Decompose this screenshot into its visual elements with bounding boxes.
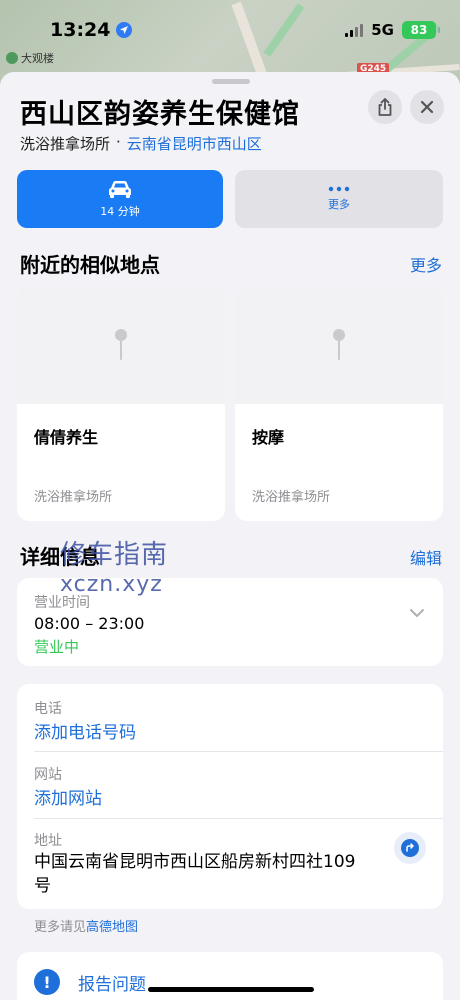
nearby-category: 洗浴推拿场所 <box>34 490 113 505</box>
nearby-card[interactable]: 倩倩养生 洗浴推拿场所 <box>17 286 225 521</box>
network-type: 5G <box>371 21 394 39</box>
nearby-more-link[interactable]: 更多 <box>410 252 442 276</box>
nearby-card[interactable]: 按摩 洗浴推拿场所 <box>235 286 443 521</box>
map-pin-icon <box>333 329 345 360</box>
place-subtitle: 洗浴推拿场所 · 云南省昆明市西山区 <box>20 133 262 154</box>
card-image <box>235 286 443 404</box>
nearby-heading: 附近的相似地点 <box>20 253 160 277</box>
website-label: 网站 <box>34 767 62 783</box>
sheet-grabber[interactable] <box>212 79 250 84</box>
address-label: 地址 <box>34 833 62 849</box>
chevron-down-icon <box>410 609 424 617</box>
status-time: 13:24 <box>50 19 133 41</box>
share-button[interactable] <box>368 90 402 124</box>
edit-link[interactable]: 编辑 <box>410 545 442 569</box>
amap-link[interactable]: 高德地图 <box>86 920 138 935</box>
more-info-text: 更多请见高德地图 <box>34 920 139 935</box>
place-title: 西山区韵姿养生保健馆 <box>20 99 300 130</box>
address-directions-button[interactable] <box>394 832 426 864</box>
drive-time-label: 14 分钟 <box>100 205 140 218</box>
close-button[interactable] <box>410 90 444 124</box>
add-website-link[interactable]: 添加网站 <box>34 784 102 809</box>
map-pin-icon <box>115 329 127 360</box>
more-actions-label: 更多 <box>328 198 350 211</box>
address-value: 中国云南省昆明市西山区船房新村四社109号 <box>34 852 356 896</box>
place-category: 洗浴推拿场所 <box>20 135 111 153</box>
subtitle-separator: · <box>116 133 121 151</box>
watermark: 修车指南 xczn.xyz <box>60 540 169 597</box>
contact-card: 电话 添加电话号码 网站 添加网站 地址 中国云南省昆明市西山区船房新村四社10… <box>17 684 443 909</box>
divider <box>34 818 443 819</box>
nearby-name: 按摩 <box>252 428 285 447</box>
nearby-category: 洗浴推拿场所 <box>252 490 331 505</box>
ellipsis-icon <box>328 186 350 192</box>
divider <box>34 751 443 752</box>
close-icon <box>420 100 434 114</box>
open-status: 营业中 <box>34 638 80 656</box>
report-icon: ! <box>34 969 60 995</box>
card-image <box>17 286 225 404</box>
status-bar: 13:24 5G 83 <box>0 0 460 60</box>
nearby-name: 倩倩养生 <box>34 428 99 447</box>
report-issue-button[interactable]: ! 报告问题 <box>17 952 443 1000</box>
share-icon <box>378 98 392 116</box>
turn-arrow-icon <box>401 839 419 857</box>
home-indicator[interactable] <box>148 987 314 992</box>
place-sheet: 西山区韵姿养生保健馆 洗浴推拿场所 · 云南省昆明市西山区 14 分钟 更多 附… <box>0 72 460 1000</box>
location-arrow-icon <box>116 22 133 38</box>
more-actions-button[interactable]: 更多 <box>235 170 443 228</box>
battery-icon: 83 <box>402 21 440 39</box>
signal-icon <box>345 23 364 37</box>
hours-value: 08:00 – 23:00 <box>34 614 145 633</box>
place-location-link[interactable]: 云南省昆明市西山区 <box>127 133 262 154</box>
add-phone-link[interactable]: 添加电话号码 <box>34 718 136 743</box>
phone-label: 电话 <box>34 701 62 717</box>
car-icon <box>109 181 131 198</box>
report-label: 报告问题 <box>78 974 146 995</box>
directions-drive-button[interactable]: 14 分钟 <box>17 170 223 228</box>
